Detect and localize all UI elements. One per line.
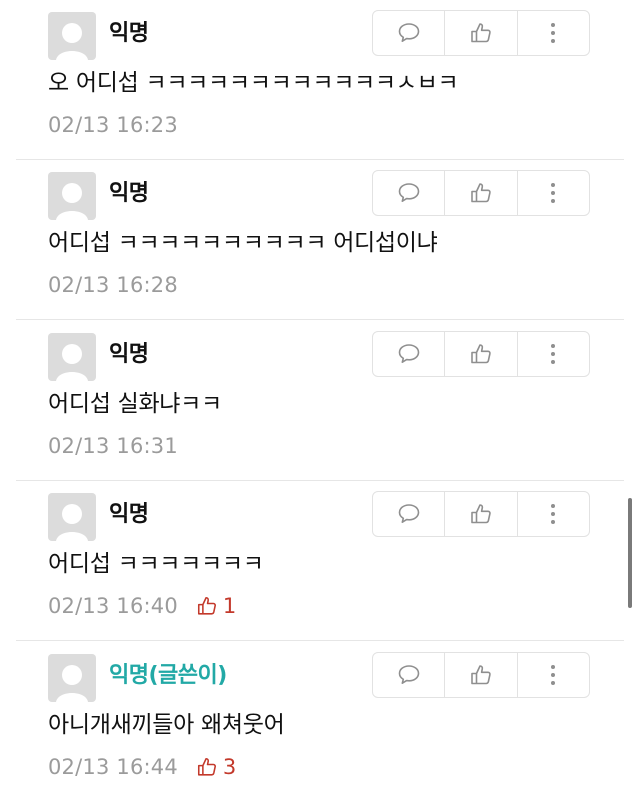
comment-author: 익명 bbox=[109, 342, 149, 367]
like-button[interactable] bbox=[445, 653, 518, 697]
thumbs-up-icon bbox=[471, 23, 491, 43]
thumbs-up-icon bbox=[471, 183, 491, 203]
reply-button[interactable] bbox=[373, 171, 446, 215]
comment-action-bar bbox=[372, 331, 590, 377]
more-options-button[interactable] bbox=[518, 11, 589, 55]
comment-meta: 02/13 16:23 bbox=[48, 110, 178, 140]
comment-meta: 02/13 16:44 3 bbox=[48, 752, 236, 782]
comment-item: 익명 어디섭 실화냐ㅋㅋ 02/13 16:31 bbox=[0, 321, 640, 481]
speech-bubble-icon bbox=[398, 504, 419, 523]
comment-item: 익명 어디섭 ㅋㅋㅋㅋㅋㅋㅋㅋㅋㅋ 어디섭이냐 02/13 16:28 bbox=[0, 160, 640, 320]
speech-bubble-icon bbox=[398, 344, 419, 363]
divider bbox=[16, 319, 624, 320]
thumbs-up-icon bbox=[471, 504, 491, 524]
comment-timestamp: 02/13 16:31 bbox=[48, 434, 178, 458]
more-vertical-icon bbox=[551, 183, 556, 203]
like-button[interactable] bbox=[445, 11, 518, 55]
comment-item: 익명 어디섭 ㅋㅋㅋㅋㅋㅋㅋ 02/13 16:40 1 bbox=[0, 481, 640, 641]
comment-action-bar bbox=[372, 10, 590, 56]
avatar bbox=[48, 654, 96, 702]
like-button[interactable] bbox=[445, 492, 518, 536]
more-vertical-icon bbox=[551, 504, 556, 524]
speech-bubble-icon bbox=[398, 665, 419, 684]
more-vertical-icon bbox=[551, 344, 556, 364]
comment-author: 익명 bbox=[109, 21, 149, 46]
comment-timestamp: 02/13 16:40 bbox=[48, 594, 178, 618]
comment-timestamp: 02/13 16:44 bbox=[48, 755, 178, 779]
thumbs-up-icon bbox=[471, 344, 491, 364]
comment-text: 어디섭 ㅋㅋㅋㅋㅋㅋㅋ bbox=[48, 551, 264, 577]
more-options-button[interactable] bbox=[518, 653, 589, 697]
like-count: 3 bbox=[196, 755, 236, 779]
scrollbar[interactable] bbox=[628, 498, 632, 608]
reply-button[interactable] bbox=[373, 492, 446, 536]
avatar bbox=[48, 333, 96, 381]
comment-text: 어디섭 실화냐ㅋㅋ bbox=[48, 391, 222, 417]
avatar bbox=[48, 493, 96, 541]
like-count-value: 3 bbox=[222, 755, 237, 779]
comment-text: 오 어디섭 ㅋㅋㅋㅋㅋㅋㅋㅋㅋㅋㅋㅋㅅㅂㅋ bbox=[48, 70, 459, 96]
like-count-value: 1 bbox=[222, 594, 237, 618]
comment-meta: 02/13 16:40 1 bbox=[48, 591, 236, 621]
comment-timestamp: 02/13 16:23 bbox=[48, 113, 178, 137]
like-button[interactable] bbox=[445, 332, 518, 376]
comment-author: 익명 bbox=[109, 502, 149, 527]
avatar bbox=[48, 172, 96, 220]
avatar bbox=[48, 12, 96, 60]
comment-action-bar bbox=[372, 491, 590, 537]
reply-button[interactable] bbox=[373, 332, 446, 376]
comment-author: 익명 bbox=[109, 181, 149, 206]
divider bbox=[16, 640, 624, 641]
more-vertical-icon bbox=[551, 665, 556, 685]
comment-text: 어디섭 ㅋㅋㅋㅋㅋㅋㅋㅋㅋㅋ 어디섭이냐 bbox=[48, 230, 438, 256]
comment-text: 아니개새끼들아 왜쳐웃어 bbox=[48, 712, 285, 738]
reply-button[interactable] bbox=[373, 11, 446, 55]
comment-meta: 02/13 16:31 bbox=[48, 431, 178, 461]
comment-item: 익명 오 어디섭 ㅋㅋㅋㅋㅋㅋㅋㅋㅋㅋㅋㅋㅅㅂㅋ 02/13 16:23 bbox=[0, 0, 640, 160]
reply-button[interactable] bbox=[373, 653, 446, 697]
comment-item: 익명(글쓴이) 아니개새끼들아 왜쳐웃어 02/13 16:44 3 bbox=[0, 642, 640, 802]
speech-bubble-icon bbox=[398, 23, 419, 42]
thumbs-up-icon bbox=[197, 757, 216, 776]
thumbs-up-icon bbox=[197, 596, 216, 615]
like-button[interactable] bbox=[445, 171, 518, 215]
comment-meta: 02/13 16:28 bbox=[48, 270, 178, 300]
comment-action-bar bbox=[372, 652, 590, 698]
comment-timestamp: 02/13 16:28 bbox=[48, 273, 178, 297]
more-options-button[interactable] bbox=[518, 171, 589, 215]
more-vertical-icon bbox=[551, 23, 556, 43]
like-count: 1 bbox=[196, 594, 236, 618]
comment-action-bar bbox=[372, 170, 590, 216]
more-options-button[interactable] bbox=[518, 332, 589, 376]
thumbs-up-icon bbox=[471, 665, 491, 685]
speech-bubble-icon bbox=[398, 183, 419, 202]
more-options-button[interactable] bbox=[518, 492, 589, 536]
comment-author-writer: 익명(글쓴이) bbox=[109, 663, 227, 688]
